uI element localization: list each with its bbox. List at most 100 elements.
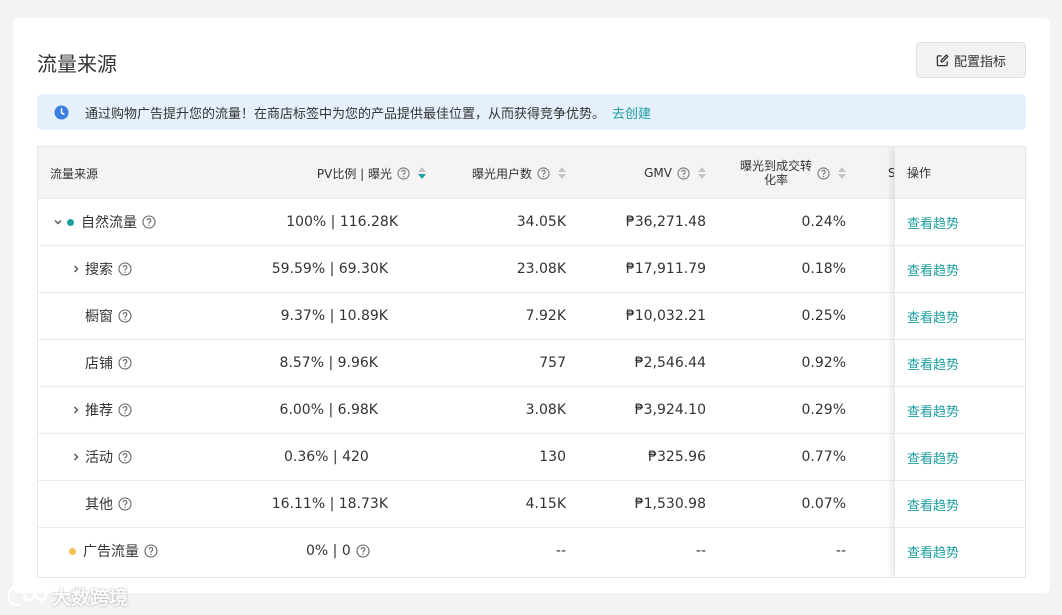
source-cell: 推荐 [70, 387, 132, 433]
table-header: 流量来源 PV比例 | 曝光 曝光用户数 GMV 曝光到成交转 化率 S [38, 147, 1025, 199]
view-trend-link[interactable]: 查看趋势 [907, 495, 959, 514]
configure-metrics-label: 配置指标 [953, 54, 1006, 70]
gmv-cell: ₱17,911.79 [625, 261, 706, 277]
pv-cell: 6.00% | 6.98K [279, 402, 378, 418]
users-cell: 4.15K [525, 496, 566, 512]
table-row: 广告流量 0% | 0 -- -- -- [38, 528, 1025, 575]
users-cell: 130 [539, 449, 566, 465]
source-name: 搜索 [85, 262, 113, 278]
help-icon[interactable] [677, 166, 690, 180]
watermark-text: 大数跨境 [52, 587, 129, 609]
action-column: 操作 查看趋势 查看趋势 查看趋势 查看趋势 查看趋势 查看趋势 查看趋势 查看… [894, 147, 1025, 577]
page-title: 流量来源 [37, 52, 117, 76]
header-conversion[interactable]: 曝光到成交转 化率 [728, 147, 846, 199]
help-icon[interactable] [817, 166, 830, 180]
pv-cell: 100% | 116.28K [286, 214, 398, 230]
gmv-cell: ₱3,924.10 [634, 402, 706, 418]
source-cell: 广告流量 [69, 528, 158, 574]
source-name: 自然流量 [81, 215, 137, 231]
gmv-cell: ₱325.96 [648, 449, 706, 465]
promo-banner: 通过购物广告提升您的流量！在商店标签中为您的产品提供最佳位置，从而获得竞争优势。… [37, 94, 1026, 130]
header-source: 流量来源 [50, 166, 99, 181]
help-icon[interactable] [356, 544, 370, 558]
gmv-cell: -- [695, 543, 706, 559]
help-icon[interactable] [142, 215, 156, 229]
view-trend-link[interactable]: 查看趋势 [907, 448, 959, 467]
users-cell: 7.92K [525, 308, 566, 324]
header-pv-label: PV比例 | 曝光 [316, 166, 392, 181]
chevron-right-icon[interactable] [70, 405, 82, 415]
create-ad-link[interactable]: 去创建 [612, 103, 651, 122]
view-trend-link[interactable]: 查看趋势 [907, 260, 959, 279]
conversion-cell: 0.29% [801, 402, 846, 418]
table-row: 橱窗 9.37% | 10.89K 7.92K ₱10,032.21 0.25% [38, 293, 1025, 340]
source-name: 广告流量 [83, 544, 139, 560]
sort-icon[interactable] [838, 167, 846, 179]
header-action: 操作 [895, 147, 1025, 199]
help-icon[interactable] [118, 309, 132, 323]
help-icon[interactable] [397, 166, 410, 180]
pv-cell: 16.11% | 18.73K [271, 496, 388, 512]
users-cell: 3.08K [525, 402, 566, 418]
view-trend-link[interactable]: 查看趋势 [907, 542, 959, 561]
help-icon[interactable] [118, 497, 132, 511]
view-trend-link[interactable]: 查看趋势 [907, 307, 959, 326]
table-row: 推荐 6.00% | 6.98K 3.08K ₱3,924.10 0.29% [38, 387, 1025, 434]
help-icon[interactable] [118, 262, 132, 276]
conversion-cell: 0.07% [801, 496, 846, 512]
header-gmv[interactable]: GMV [598, 147, 706, 199]
help-icon[interactable] [118, 403, 132, 417]
chevron-right-icon[interactable] [70, 264, 82, 274]
status-dot-icon [69, 547, 76, 555]
header-pv[interactable]: PV比例 | 曝光 [238, 147, 426, 199]
sort-icon[interactable] [418, 167, 426, 179]
conversion-cell: 0.77% [801, 449, 846, 465]
table-row: 其他 16.11% | 18.73K 4.15K ₱1,530.98 0.07% [38, 481, 1025, 528]
help-icon[interactable] [118, 450, 132, 464]
source-cell: 搜索 [70, 246, 132, 292]
conversion-cell: 0.18% [801, 261, 846, 277]
chevron-right-icon[interactable] [70, 452, 82, 462]
conversion-cell: 0.25% [801, 308, 846, 324]
clock-icon [54, 104, 69, 120]
pv-cell: 0% | 0 [306, 528, 370, 574]
pv-cell: 59.59% | 69.30K [271, 261, 388, 277]
users-cell: 757 [539, 355, 566, 371]
users-cell: -- [555, 543, 566, 559]
pv-value: 0% | 0 [306, 543, 351, 559]
source-name: 其他 [85, 497, 113, 513]
watermark-logo-icon [8, 585, 48, 609]
edit-icon [936, 53, 949, 67]
header-users[interactable]: 曝光用户数 [438, 147, 566, 199]
source-cell: 店铺 [85, 340, 132, 386]
view-trend-link[interactable]: 查看趋势 [907, 354, 959, 373]
pv-cell: 9.37% | 10.89K [280, 308, 388, 324]
source-cell: 自然流量 [52, 199, 156, 245]
sort-icon[interactable] [698, 167, 706, 179]
configure-metrics-button[interactable]: 配置指标 [916, 42, 1026, 78]
source-cell: 活动 [70, 434, 132, 480]
sort-icon[interactable] [558, 167, 566, 179]
help-icon[interactable] [118, 356, 132, 370]
header-gmv-label: GMV [644, 166, 672, 180]
conversion-cell: 0.24% [801, 214, 846, 230]
traffic-table: 流量来源 PV比例 | 曝光 曝光用户数 GMV 曝光到成交转 化率 S 自然流… [37, 146, 1026, 578]
gmv-cell: ₱2,546.44 [634, 355, 706, 371]
users-cell: 34.05K [516, 214, 566, 230]
pv-cell: 0.36% | 420 [284, 449, 369, 465]
table-row: 搜索 59.59% | 69.30K 23.08K ₱17,911.79 0.1… [38, 246, 1025, 293]
watermark: 大数跨境 [8, 583, 128, 610]
help-icon[interactable] [537, 166, 550, 180]
header-users-label: 曝光用户数 [471, 166, 532, 181]
view-trend-link[interactable]: 查看趋势 [907, 213, 959, 232]
chevron-down-icon[interactable] [52, 217, 64, 227]
conversion-cell: -- [835, 543, 846, 559]
users-cell: 23.08K [516, 261, 566, 277]
view-trend-link[interactable]: 查看趋势 [907, 401, 959, 420]
status-dot-icon [67, 218, 74, 226]
gmv-cell: ₱1,530.98 [634, 496, 706, 512]
source-name: 店铺 [85, 356, 113, 372]
source-name: 活动 [85, 450, 113, 466]
gmv-cell: ₱36,271.48 [625, 214, 706, 230]
help-icon[interactable] [144, 544, 158, 558]
